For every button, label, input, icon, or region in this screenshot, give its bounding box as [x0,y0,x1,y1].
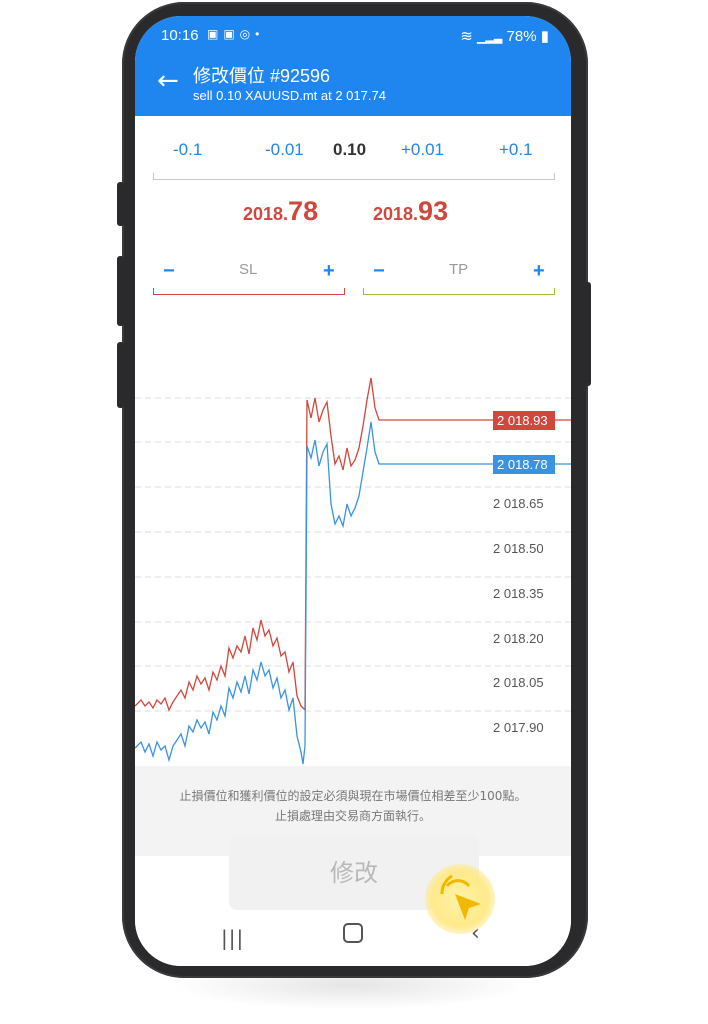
axis-label: 2 018.35 [493,586,544,601]
status-time: 10:16 [161,27,199,44]
ask-price-tag: 2 018.93 [497,413,548,428]
side-button-left-2 [117,256,124,326]
battery-level: 78% [506,28,537,45]
wifi-icon: ≋ [460,28,473,45]
axis-label: 2 017.90 [493,720,544,735]
back-arrow-icon[interactable]: ← [157,66,179,96]
volume-minus-0-01-button[interactable]: -0.01 [265,140,304,160]
app-header: 10:16 ▣▣◎• ≋ ▁▂▃ 78% ▮ ← 修改價位 #92596 sel… [135,16,571,116]
side-button-right [584,282,591,386]
volume-underline [153,173,555,180]
tp-minus-button[interactable]: − [373,260,385,283]
volume-current: 0.10 [333,140,367,159]
tap-cursor-icon [425,864,495,934]
sl-input-underline[interactable] [153,288,345,295]
home-icon[interactable] [343,923,363,943]
axis-label: 2 018.20 [493,631,544,646]
volume-plus-0-1-button[interactable]: +0.1 [499,140,533,160]
tp-price-prefix: 2018. [373,204,419,224]
battery-icon: ▮ [540,28,549,45]
note-line-1: 止損價位和獲利價位的設定必須與現在市場價位相差至少100點。 [179,789,527,803]
axis-label: 2 018.05 [493,675,544,690]
sl-minus-button[interactable]: − [163,260,175,283]
axis-label: 2 018.50 [493,541,544,556]
note-line-2: 止損處理由交易商方面執行。 [274,809,431,823]
signal-icon: ▁▂▃ [476,32,503,44]
side-button-left-3 [117,342,124,408]
tp-plus-button[interactable]: + [533,260,545,283]
tp-price-suffix: 93 [418,196,449,226]
price-chart: 2 018.65 2 018.50 2 018.35 2 018.20 2 01… [135,377,571,765]
volume-minus-0-1-button[interactable]: -0.1 [173,140,202,160]
order-subtitle: sell 0.10 XAUUSD.mt at 2 017.74 [193,88,386,103]
axis-label: 2 018.65 [493,496,544,511]
tp-price-display: 2018.93 [373,196,448,227]
notification-icons: ▣▣◎• [207,27,265,41]
sl-price-prefix: 2018. [243,204,289,224]
sl-label: SL [239,261,258,278]
page-title: 修改價位 #92596 [193,66,331,86]
tp-input-underline[interactable] [363,288,555,295]
sl-plus-button[interactable]: + [323,260,335,283]
bid-price-tag: 2 018.78 [497,457,548,472]
phone-screen: 10:16 ▣▣◎• ≋ ▁▂▃ 78% ▮ ← 修改價位 #92596 sel… [135,16,571,966]
sl-price-suffix: 78 [288,196,319,226]
side-button-left-1 [117,182,124,226]
tp-label: TP [449,261,469,278]
status-bar: 10:16 ▣▣◎• ≋ ▁▂▃ 78% ▮ [135,16,571,56]
recent-apps-icon[interactable]: ||| [221,926,244,950]
status-right: ≋ ▁▂▃ 78% ▮ [460,27,549,45]
volume-plus-0-01-button[interactable]: +0.01 [401,140,444,160]
sl-price-display: 2018.78 [243,196,318,227]
